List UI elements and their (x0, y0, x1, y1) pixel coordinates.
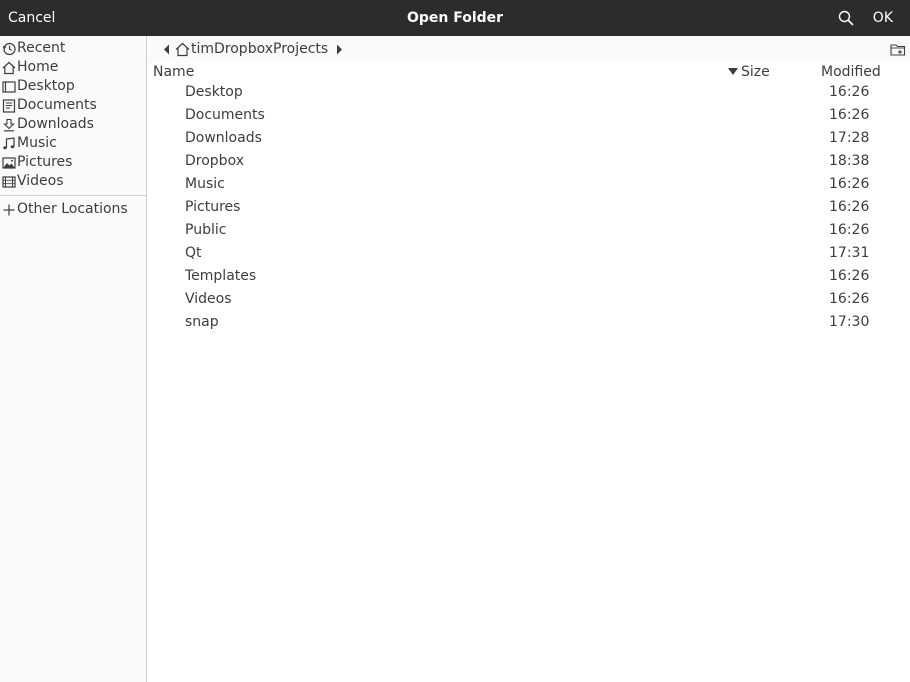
sidebar-item-documents[interactable]: Documents (2, 96, 97, 115)
new-folder-icon[interactable] (890, 42, 906, 57)
file-name: Templates (185, 268, 257, 284)
file-modified: 17:30 (829, 314, 870, 330)
file-modified: 16:26 (829, 107, 870, 123)
file-row[interactable]: snap 17:30 (147, 311, 910, 334)
music-icon (3, 136, 15, 149)
document-icon (2, 98, 16, 113)
download-icon (3, 118, 15, 131)
column-size[interactable]: Size (741, 63, 770, 81)
file-name: Qt (185, 245, 202, 261)
file-modified: 16:26 (829, 222, 870, 238)
file-modified: 16:26 (829, 268, 870, 284)
home-icon[interactable] (175, 42, 190, 57)
file-row[interactable]: Templates 16:26 (147, 265, 910, 288)
sidebar-item-recent[interactable]: Recent (2, 39, 65, 58)
sidebar-item-label: Desktop (17, 78, 75, 94)
file-name: Desktop (185, 84, 243, 100)
file-row[interactable]: Desktop 16:26 (147, 81, 910, 104)
file-row[interactable]: Dropbox 18:38 (147, 150, 910, 173)
file-modified: 17:28 (829, 130, 870, 146)
path-bar: timDropboxProjects (147, 36, 910, 63)
sidebar-item-label: Videos (17, 173, 64, 189)
file-row[interactable]: Pictures 16:26 (147, 196, 910, 219)
ok-button[interactable]: OK (873, 0, 893, 36)
sidebar-item-label: Other Locations (17, 201, 128, 217)
desktop-icon (2, 80, 16, 93)
file-name: snap (185, 314, 219, 330)
sidebar-item-label: Home (17, 59, 59, 75)
file-name: Music (185, 176, 225, 192)
home-icon (2, 61, 16, 74)
sidebar-item-home[interactable]: Home (2, 58, 58, 77)
file-row[interactable]: Documents 16:26 (147, 104, 910, 127)
picture-icon (2, 156, 16, 169)
chevron-left-icon[interactable] (163, 44, 170, 55)
file-row[interactable]: Qt 17:31 (147, 242, 910, 265)
file-name: Pictures (185, 199, 241, 215)
header-bar: Cancel Open Folder OK (0, 0, 910, 37)
file-browser: timDropboxProjects Name Size Modified De… (147, 36, 910, 682)
sidebar-item-pictures[interactable]: Pictures (2, 153, 72, 172)
column-header: Name Size Modified (147, 63, 910, 81)
file-name: Dropbox (185, 153, 244, 169)
column-modified[interactable]: Modified (821, 63, 881, 81)
file-row[interactable]: Music 16:26 (147, 173, 910, 196)
file-modified: 16:26 (829, 84, 870, 100)
file-name: Downloads (185, 130, 262, 146)
file-row[interactable]: Downloads 17:28 (147, 127, 910, 150)
sort-descending-icon (728, 68, 738, 75)
path-segment-current[interactable]: timDropboxProjects (191, 36, 328, 63)
file-modified: 16:26 (829, 199, 870, 215)
file-name: Documents (185, 107, 265, 123)
sidebar-item-label: Recent (17, 40, 66, 56)
plus-icon (3, 204, 15, 215)
video-icon (2, 175, 16, 188)
file-name: Public (185, 222, 227, 238)
file-row[interactable]: Public 16:26 (147, 219, 910, 242)
sidebar-item-downloads[interactable]: Downloads (2, 115, 94, 134)
sidebar-divider (0, 195, 146, 196)
sidebar-item-label: Documents (17, 97, 97, 113)
file-row[interactable]: Videos 16:26 (147, 288, 910, 311)
search-icon[interactable] (838, 10, 854, 26)
sidebar-item-other-locations[interactable]: Other Locations (2, 200, 128, 219)
cancel-button[interactable]: Cancel (8, 0, 55, 36)
sidebar-item-videos[interactable]: Videos (2, 172, 64, 191)
sidebar-item-label: Downloads (17, 116, 94, 132)
file-modified: 18:38 (829, 153, 870, 169)
chevron-right-icon[interactable] (336, 44, 343, 55)
file-modified: 17:31 (829, 245, 870, 261)
column-name[interactable]: Name (153, 63, 194, 81)
clock-icon (2, 42, 16, 55)
dialog-title: Open Folder (406, 10, 504, 26)
places-sidebar: Recent Home Desktop Documents Downloads (0, 36, 147, 682)
sidebar-item-label: Music (17, 135, 57, 151)
sidebar-item-music[interactable]: Music (2, 134, 57, 153)
file-list: Desktop 16:26 Documents 16:26 Downloads 17:… (147, 81, 910, 334)
file-modified: 16:26 (829, 176, 870, 192)
file-name: Videos (185, 291, 232, 307)
sidebar-item-desktop[interactable]: Desktop (2, 77, 75, 96)
sidebar-item-label: Pictures (17, 154, 73, 170)
file-modified: 16:26 (829, 291, 870, 307)
